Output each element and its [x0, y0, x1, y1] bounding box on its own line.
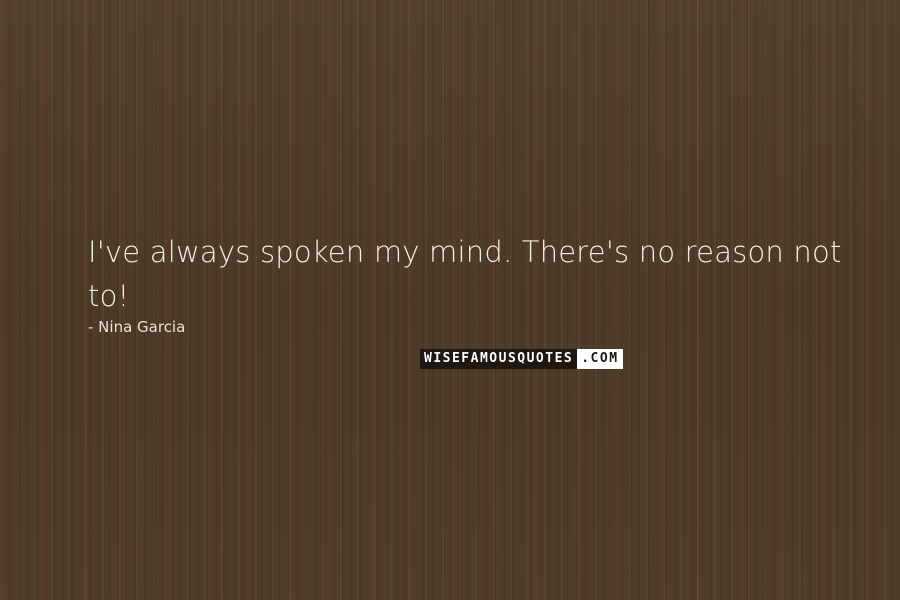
- quote-author: - Nina Garcia: [88, 318, 186, 336]
- quote-text: I've always spoken my mind. There's no r…: [88, 235, 842, 313]
- quote-card: I've always spoken my mind. There's no r…: [0, 0, 900, 600]
- site-watermark-logo: WISEFAMOUSQUOTES .COM: [420, 349, 623, 369]
- watermark-tld: .COM: [577, 349, 623, 369]
- watermark-name: WISEFAMOUSQUOTES: [420, 349, 578, 369]
